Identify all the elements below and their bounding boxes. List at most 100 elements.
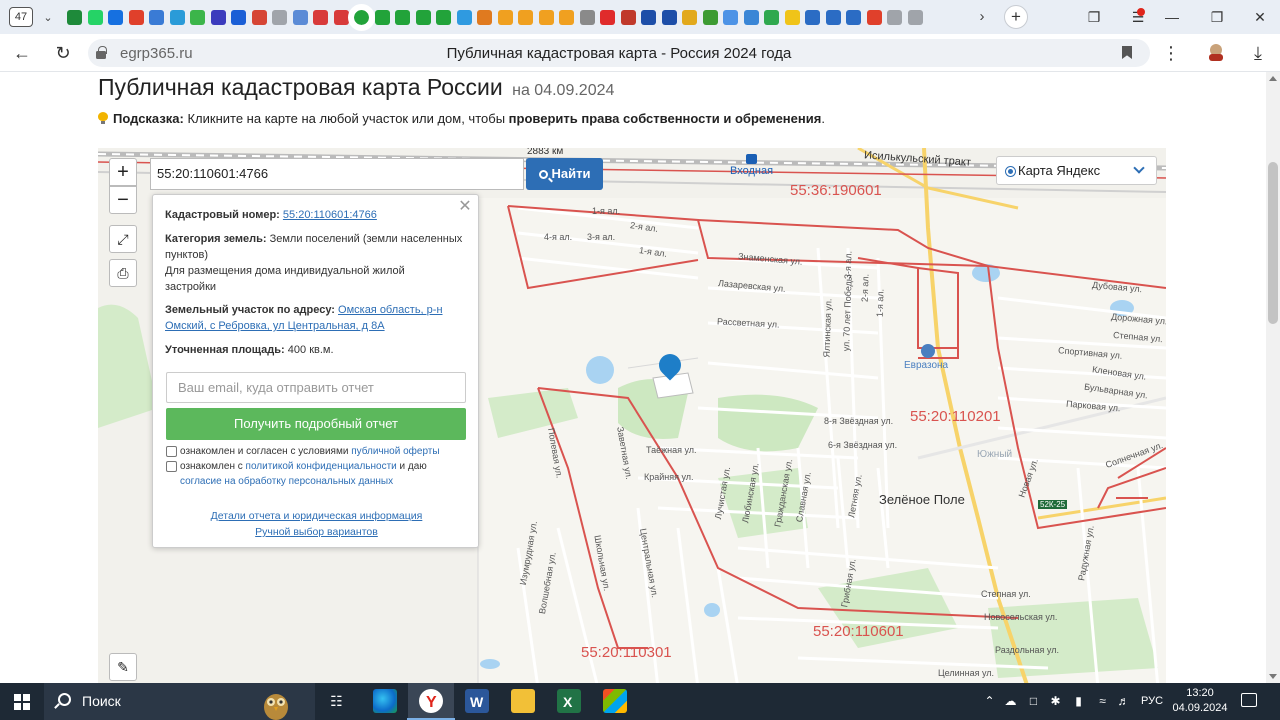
pinned-tab-favicon-icon[interactable]: [641, 9, 656, 25]
bluetooth-icon[interactable]: ✱: [1049, 695, 1062, 708]
edge-icon[interactable]: [373, 689, 397, 713]
chevron-down-icon[interactable]: [1133, 162, 1145, 174]
restore-icon[interactable]: ❐: [1205, 6, 1229, 28]
word-icon[interactable]: W: [465, 689, 489, 713]
layer-radio-icon[interactable]: [1005, 166, 1016, 177]
cadastral-label[interactable]: 55:20:110601: [813, 623, 904, 640]
pinned-tab-favicon-icon[interactable]: [538, 9, 554, 25]
taskbar-clock[interactable]: 13:20 04.09.2024: [1168, 686, 1232, 716]
pinned-tab-favicon-icon[interactable]: [825, 9, 841, 25]
pinned-tab-favicon-icon[interactable]: [784, 9, 800, 25]
yandex-browser-icon[interactable]: Y: [407, 689, 455, 720]
pinned-tab-favicon-icon[interactable]: [887, 9, 902, 25]
scroll-down-icon[interactable]: [1269, 674, 1277, 679]
pinned-tab-favicon-icon[interactable]: [374, 9, 390, 25]
cloud-icon[interactable]: ☁: [1004, 695, 1017, 708]
pinned-tab-favicon-icon[interactable]: [682, 9, 697, 25]
pinned-tab-favicon-icon[interactable]: [128, 9, 144, 25]
pinned-tab-favicon-icon[interactable]: [231, 9, 246, 25]
new-tab-button[interactable]: +: [1004, 5, 1028, 29]
minimize-icon[interactable]: —: [1160, 6, 1184, 28]
pinned-tab-favicon-icon[interactable]: [292, 9, 308, 25]
scroll-thumb[interactable]: [1268, 162, 1278, 324]
tab-count-button[interactable]: 47: [9, 7, 33, 27]
offer-checkbox[interactable]: [166, 446, 177, 457]
pinned-tab-favicon-icon[interactable]: [436, 9, 451, 25]
public-offer-link[interactable]: публичной оферты: [351, 446, 439, 457]
cadastral-label[interactable]: 55:36:190601: [790, 182, 882, 199]
details-link[interactable]: Детали отчета и юридическая информация: [153, 510, 480, 522]
pinned-tab-favicon-icon[interactable]: [272, 9, 287, 25]
device-icon[interactable]: □: [1027, 695, 1040, 708]
pinned-tab-favicon-icon[interactable]: [497, 9, 513, 25]
pinned-tab-favicon-icon[interactable]: [313, 9, 328, 25]
tab-list-chevron-icon[interactable]: ⌄: [37, 6, 59, 28]
print-button[interactable]: ⎙: [109, 259, 137, 287]
get-report-button[interactable]: Получить подробный отчет: [166, 408, 466, 440]
pinned-tab-favicon-icon[interactable]: [477, 9, 492, 25]
wifi-icon[interactable]: ≈: [1096, 695, 1109, 708]
battery-icon[interactable]: ▮: [1072, 695, 1085, 708]
volume-icon[interactable]: ♬: [1117, 695, 1130, 708]
pinned-tab-favicon-icon[interactable]: [805, 9, 820, 25]
scroll-up-icon[interactable]: [1269, 76, 1277, 81]
pinned-tab-favicon-icon[interactable]: [190, 9, 205, 25]
cad-number-link[interactable]: 55:20:110601:4766: [283, 209, 377, 221]
file-explorer-icon[interactable]: [511, 689, 535, 713]
pinned-tab-favicon-icon[interactable]: [661, 9, 677, 25]
pinned-tab-favicon-icon[interactable]: [395, 9, 410, 25]
windows-start-icon[interactable]: [14, 694, 30, 710]
url-field[interactable]: egrp365.ru Публичная кадастровая карта -…: [88, 39, 1150, 67]
ruler-button[interactable]: ✎: [109, 653, 137, 681]
extension-avatar-icon[interactable]: [1205, 42, 1227, 64]
zoom-out-button[interactable]: −: [109, 186, 137, 214]
close-window-icon[interactable]: ✕: [1248, 6, 1272, 28]
pinned-tab-favicon-icon[interactable]: [702, 9, 718, 25]
pinned-tab-favicon-icon[interactable]: [348, 3, 375, 31]
notification-center-icon[interactable]: [1241, 693, 1257, 707]
pinned-tab-favicon-icon[interactable]: [87, 9, 103, 25]
pinned-tab-favicon-icon[interactable]: [907, 9, 923, 25]
excel-icon[interactable]: X: [557, 689, 581, 713]
pinned-tab-favicon-icon[interactable]: [149, 9, 164, 25]
pinned-tab-favicon-icon[interactable]: [251, 9, 267, 25]
back-arrow-icon[interactable]: ←: [11, 42, 33, 64]
language-indicator[interactable]: РУС: [1141, 695, 1163, 707]
pinned-tab-favicon-icon[interactable]: [67, 9, 82, 25]
pinned-tab-favicon-icon[interactable]: [559, 9, 574, 25]
download-icon[interactable]: ⤓: [1247, 42, 1269, 64]
privacy-checkbox[interactable]: [166, 461, 177, 472]
reload-icon[interactable]: ↻: [52, 42, 74, 64]
search-button[interactable]: Найти: [526, 158, 603, 190]
pinned-tab-favicon-icon[interactable]: [456, 9, 472, 25]
map-layer-select[interactable]: Карта Яндекс: [996, 156, 1157, 185]
task-view-icon[interactable]: ☷: [330, 694, 343, 708]
email-field[interactable]: Ваш email, куда отправить отчет: [166, 372, 466, 403]
pinned-tab-favicon-icon[interactable]: [743, 9, 759, 25]
tabs-scroll-right-icon[interactable]: ›: [972, 7, 992, 27]
page-scrollbar[interactable]: [1266, 72, 1280, 683]
owl-widget-icon[interactable]: [256, 687, 296, 720]
pinned-tab-favicon-icon[interactable]: [764, 9, 779, 25]
tray-chevron-up-icon[interactable]: ⌃: [983, 695, 996, 708]
pinned-tab-favicon-icon[interactable]: [415, 9, 431, 25]
privacy-policy-link[interactable]: политикой конфиденциальности: [246, 461, 397, 472]
more-options-icon[interactable]: ⋮: [1160, 42, 1182, 64]
manual-select-link[interactable]: Ручной выбор вариантов: [153, 526, 480, 538]
fullscreen-button[interactable]: ⤢: [109, 225, 137, 253]
pinned-tab-favicon-icon[interactable]: [620, 9, 636, 25]
cadastral-search-input[interactable]: 55:20:110601:4766: [150, 158, 524, 190]
pinned-tab-favicon-icon[interactable]: [866, 9, 882, 25]
pinned-tab-favicon-icon[interactable]: [108, 9, 123, 25]
personal-data-consent-link[interactable]: согласие на обработку персональных данны…: [180, 476, 393, 487]
pinned-tab-favicon-icon[interactable]: [723, 9, 738, 25]
pinned-tab-favicon-icon[interactable]: [579, 9, 595, 25]
cadastral-label[interactable]: 55:20:110301: [581, 644, 672, 661]
pinned-tab-favicon-icon[interactable]: [333, 9, 349, 25]
pinned-tab-favicon-icon[interactable]: [169, 9, 185, 25]
cadastral-label[interactable]: 55:20:110201: [910, 408, 1001, 425]
pinned-tab-favicon-icon[interactable]: [600, 9, 615, 25]
zoom-in-button[interactable]: +: [109, 158, 137, 186]
cadastral-map[interactable]: 55:36:190601 55:20:110201 55:20:110601 5…: [98, 148, 1166, 683]
pinned-tab-favicon-icon[interactable]: [846, 9, 861, 25]
